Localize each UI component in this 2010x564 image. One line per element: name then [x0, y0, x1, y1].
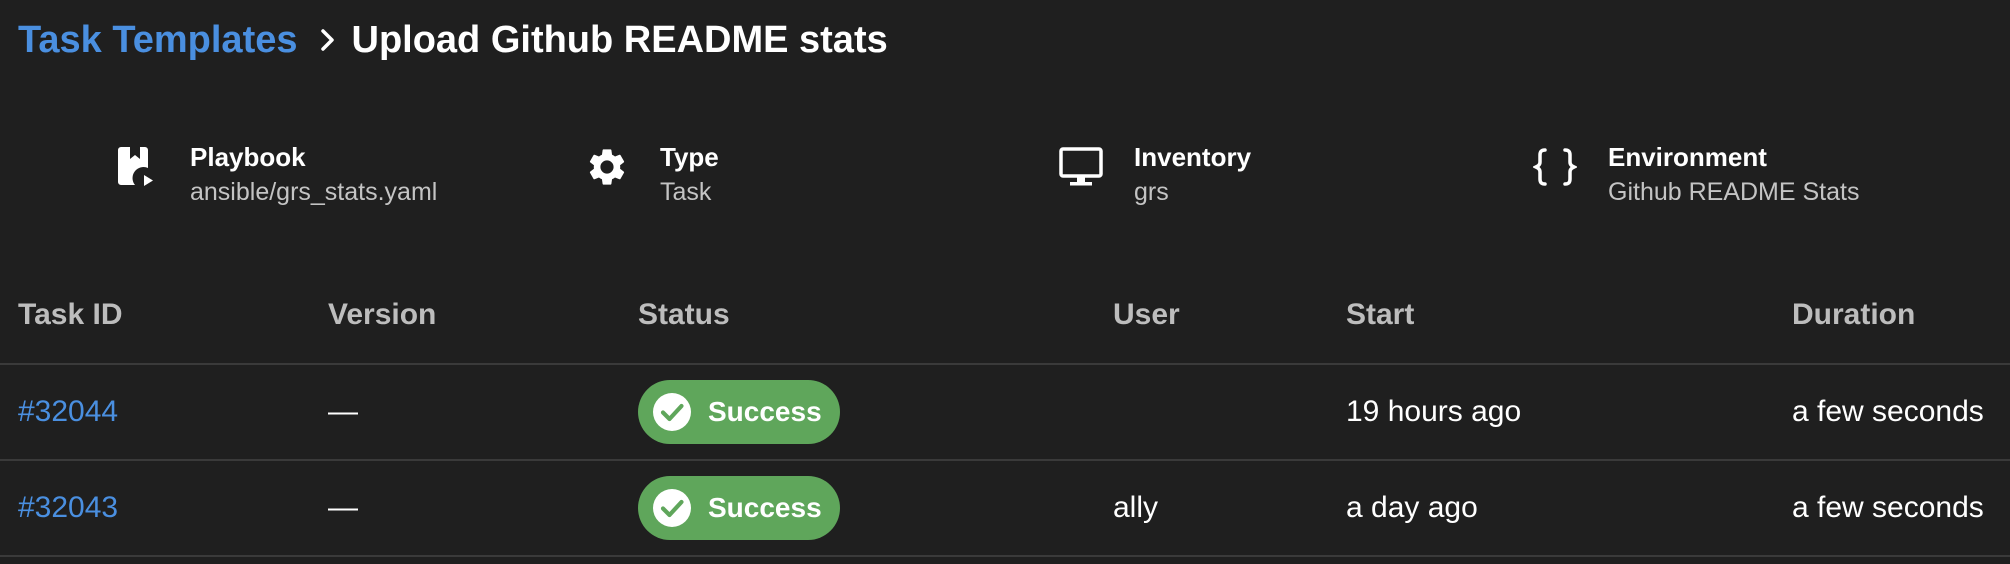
info-playbook: Playbook ansible/grs_stats.yaml [112, 140, 437, 220]
playbook-icon [112, 142, 162, 192]
page-title: Upload Github README stats [351, 18, 888, 61]
task-id-link[interactable]: #32043 [18, 461, 118, 555]
duration-cell: a few seconds [1792, 395, 1984, 428]
inventory-label: Inventory [1134, 142, 1252, 172]
header-duration[interactable]: Duration [1792, 280, 1915, 363]
check-circle-icon [652, 488, 692, 528]
header-status[interactable]: Status [638, 280, 730, 363]
playbook-label: Playbook [190, 142, 306, 172]
version-cell: — [328, 491, 358, 524]
breadcrumb: Task Templates Upload Github README stat… [18, 14, 888, 66]
status-label: Success [708, 396, 822, 427]
tasks-table: Task ID Version Status User Start Durati… [0, 280, 2010, 557]
info-environment: Environment Github README Stats [1530, 140, 1859, 220]
check-circle-icon [652, 392, 692, 432]
table-row: #32044 — Success 19 hours ago a few seco… [0, 365, 2010, 461]
status-badge: Success [638, 380, 840, 444]
start-cell: a day ago [1346, 491, 1478, 524]
table-header: Task ID Version Status User Start Durati… [0, 280, 2010, 365]
info-inventory: Inventory grs [1056, 140, 1251, 220]
header-version[interactable]: Version [328, 280, 436, 363]
table-row: #32043 — Success ally a day ago a few se… [0, 461, 2010, 557]
inventory-value: grs [1134, 178, 1169, 206]
header-start[interactable]: Start [1346, 280, 1414, 363]
header-task-id[interactable]: Task ID [18, 280, 123, 363]
start-cell: 19 hours ago [1346, 395, 1522, 428]
type-label: Type [660, 142, 719, 172]
status-badge: Success [638, 476, 840, 540]
task-id-link[interactable]: #32044 [18, 365, 118, 459]
environment-label: Environment [1608, 142, 1767, 172]
header-user[interactable]: User [1113, 280, 1180, 363]
page: Task Templates Upload Github README stat… [0, 0, 2010, 564]
type-value: Task [660, 178, 712, 206]
duration-cell: a few seconds [1792, 491, 1984, 524]
status-label: Success [708, 492, 822, 523]
monitor-icon [1056, 142, 1106, 192]
environment-value: Github README Stats [1608, 178, 1860, 206]
info-type: Type Task [582, 140, 719, 220]
gear-icon [582, 142, 632, 192]
user-cell: ally [1113, 491, 1159, 524]
chevron-right-icon [318, 26, 338, 54]
playbook-value: ansible/grs_stats.yaml [190, 178, 438, 206]
version-cell: — [328, 395, 358, 428]
breadcrumb-task-templates-link[interactable]: Task Templates [18, 19, 298, 62]
braces-icon [1530, 142, 1580, 192]
